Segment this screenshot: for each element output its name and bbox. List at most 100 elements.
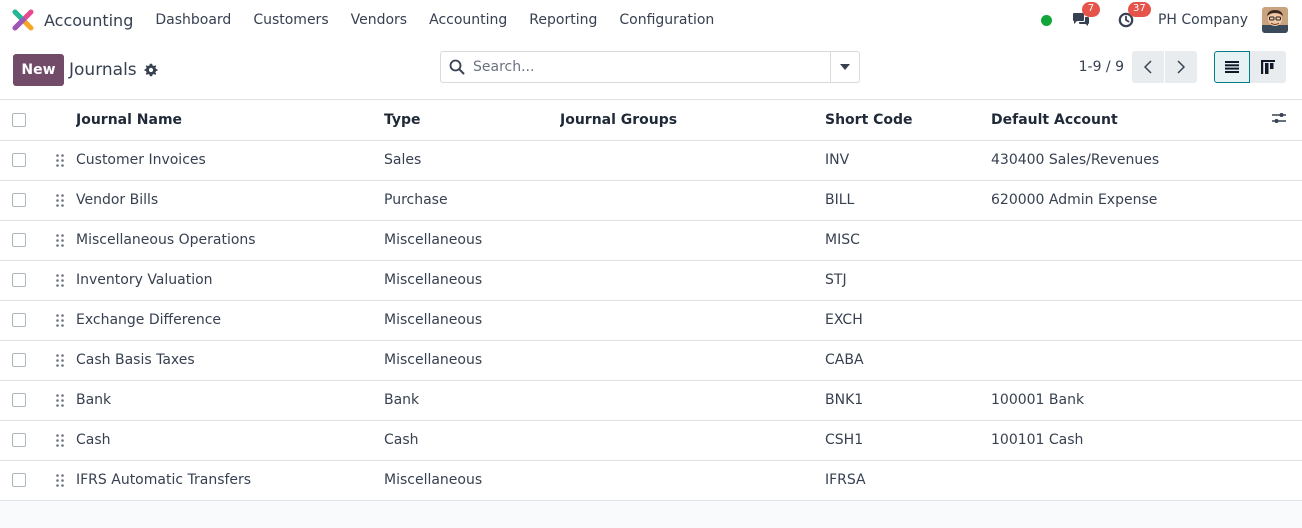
cell-type: Miscellaneous [384, 312, 483, 328]
cell-journal-groups [560, 340, 825, 380]
menu-configuration[interactable]: Configuration [619, 12, 714, 28]
row-checkbox[interactable] [12, 473, 26, 487]
cell-type: Purchase [384, 192, 448, 208]
table-row[interactable]: Cash Basis Taxes Miscellaneous CABA [0, 340, 1302, 380]
select-all-cell [0, 100, 40, 141]
row-handle-cell [40, 140, 76, 180]
column-type[interactable]: Type [384, 100, 560, 141]
magnifier-icon [441, 59, 473, 75]
row-select-cell [0, 220, 40, 260]
activities-button[interactable]: 37 [1118, 2, 1151, 28]
control-panel: New Journals 1-9 / 9 [0, 40, 1302, 100]
drag-handle-icon[interactable] [40, 433, 76, 447]
table-row[interactable]: Exchange Difference Miscellaneous EXCH [0, 300, 1302, 340]
drag-handle-icon[interactable] [40, 153, 76, 167]
caret-down-icon [840, 64, 850, 70]
menu-dashboard[interactable]: Dashboard [155, 12, 231, 28]
gear-icon[interactable] [144, 63, 158, 77]
app-name[interactable]: Accounting [44, 11, 133, 30]
select-all-checkbox[interactable] [12, 112, 26, 127]
table-row[interactable]: Vendor Bills Purchase BILL 620000 Admin … [0, 180, 1302, 220]
row-select-cell [0, 260, 40, 300]
row-checkbox[interactable] [12, 433, 26, 447]
row-checkbox[interactable] [12, 153, 26, 167]
table-row[interactable]: Inventory Valuation Miscellaneous STJ [0, 260, 1302, 300]
drag-handle-icon[interactable] [40, 393, 76, 407]
company-switcher[interactable]: PH Company [1158, 12, 1248, 28]
table-row[interactable]: Cash Cash CSH1 100101 Cash [0, 420, 1302, 460]
new-button[interactable]: New [13, 53, 64, 86]
messages-button[interactable]: 7 [1072, 2, 1100, 28]
optional-columns-toggle[interactable] [1272, 100, 1302, 141]
accounting-logo-icon[interactable] [12, 9, 34, 31]
row-checkbox[interactable] [12, 393, 26, 407]
cell-journal-name: Vendor Bills [76, 192, 159, 208]
cell-default-account: 100001 Bank [991, 392, 1085, 408]
cell-short-code: IFRSA [825, 472, 866, 488]
row-checkbox[interactable] [12, 273, 26, 287]
row-handle-cell [40, 420, 76, 460]
row-handle-cell [40, 260, 76, 300]
cell-type: Miscellaneous [384, 272, 483, 288]
search-input[interactable] [473, 52, 830, 82]
row-select-cell [0, 300, 40, 340]
row-select-cell [0, 180, 40, 220]
row-checkbox[interactable] [12, 313, 26, 327]
cell-type: Cash [384, 432, 419, 448]
kanban-view-button[interactable] [1250, 51, 1286, 83]
cell-options [1272, 260, 1302, 300]
cell-short-code: BNK1 [825, 392, 864, 408]
menu-accounting[interactable]: Accounting [429, 12, 507, 28]
cell-default-account: 620000 Admin Expense [991, 192, 1158, 208]
activities-count-badge: 37 [1127, 2, 1151, 17]
drag-handle-icon[interactable] [40, 313, 76, 327]
row-handle-cell [40, 180, 76, 220]
pager-previous-button[interactable] [1132, 51, 1164, 83]
cell-short-code: CABA [825, 352, 864, 368]
list-view-button[interactable] [1214, 51, 1250, 83]
drag-handle-icon[interactable] [40, 273, 76, 287]
navbar-right: 7 37 PH Company [1040, 2, 1288, 33]
drag-handle-icon[interactable] [40, 193, 76, 207]
pager-value[interactable]: 1-9 / 9 [1079, 59, 1124, 75]
cell-journal-name: Cash [76, 432, 111, 448]
column-default-account[interactable]: Default Account [991, 100, 1272, 141]
cell-journal-groups [560, 180, 825, 220]
pager: 1-9 / 9 [1079, 51, 1197, 83]
cell-options [1272, 340, 1302, 380]
drag-handle-icon[interactable] [40, 233, 76, 247]
messages-count-badge: 7 [1081, 2, 1100, 17]
cell-type: Bank [384, 392, 420, 408]
row-checkbox[interactable] [12, 353, 26, 367]
cell-type: Sales [384, 152, 422, 168]
cell-short-code: EXCH [825, 312, 863, 328]
menu-customers[interactable]: Customers [253, 12, 328, 28]
cell-type: Miscellaneous [384, 232, 483, 248]
column-journal-groups[interactable]: Journal Groups [560, 100, 825, 141]
menu-vendors[interactable]: Vendors [351, 12, 407, 28]
drag-handle-icon[interactable] [40, 353, 76, 367]
cell-short-code: INV [825, 152, 850, 168]
user-avatar[interactable] [1262, 7, 1288, 33]
row-select-cell [0, 340, 40, 380]
table-row[interactable]: Miscellaneous Operations Miscellaneous M… [0, 220, 1302, 260]
menu-reporting[interactable]: Reporting [529, 12, 597, 28]
row-select-cell [0, 380, 40, 420]
row-select-cell [0, 140, 40, 180]
table-row[interactable]: Bank Bank BNK1 100001 Bank [0, 380, 1302, 420]
row-handle-cell [40, 380, 76, 420]
cell-options [1272, 220, 1302, 260]
column-short-code[interactable]: Short Code [825, 100, 991, 141]
drag-handle-icon[interactable] [40, 473, 76, 487]
column-journal-name[interactable]: Journal Name [76, 100, 384, 141]
table-row[interactable]: Customer Invoices Sales INV 430400 Sales… [0, 140, 1302, 180]
cell-journal-groups [560, 220, 825, 260]
table-row[interactable]: IFRS Automatic Transfers Miscellaneous I… [0, 460, 1302, 500]
cell-default-account [991, 260, 1272, 300]
pager-next-button[interactable] [1165, 51, 1197, 83]
cell-options [1272, 300, 1302, 340]
top-navbar: Accounting Dashboard Customers Vendors A… [0, 0, 1302, 40]
search-options-toggle[interactable] [830, 52, 859, 82]
row-checkbox[interactable] [12, 193, 26, 207]
row-checkbox[interactable] [12, 233, 26, 247]
